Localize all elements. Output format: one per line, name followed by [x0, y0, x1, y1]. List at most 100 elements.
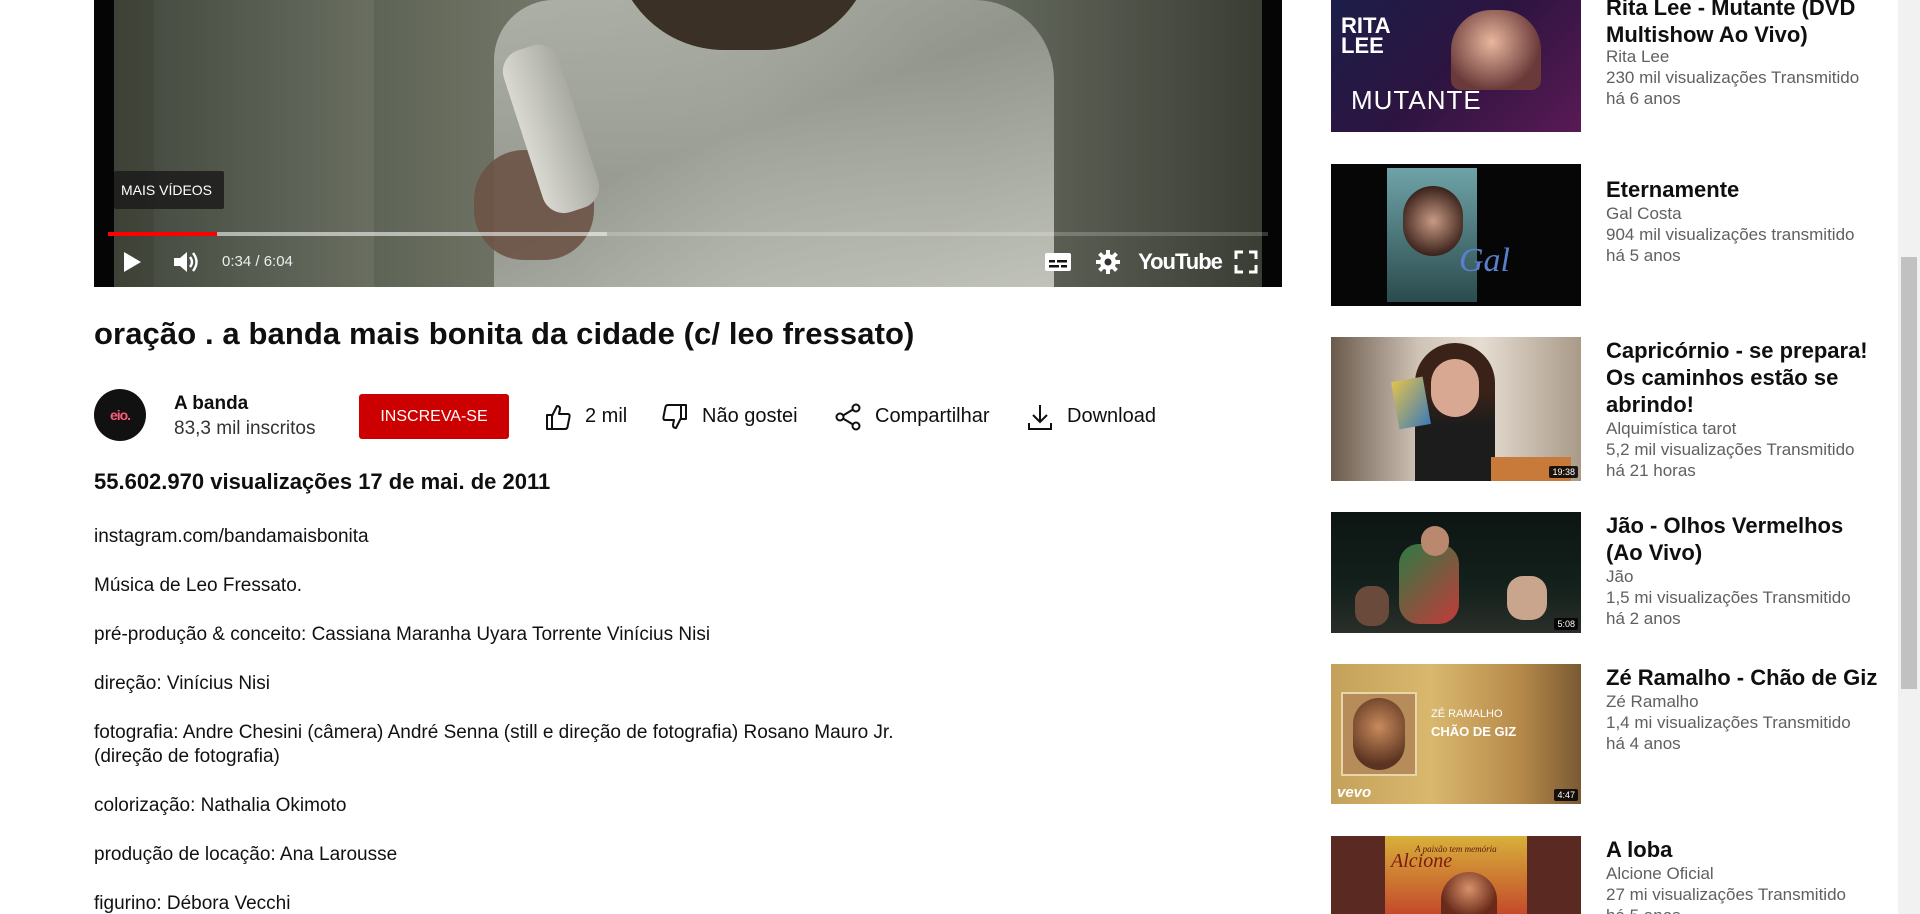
description-line: pré-produção & conceito: Cassiana Maranh…	[94, 624, 711, 645]
recommendation-thumbnail[interactable]: ZÉ RAMALHO CHÃO DE GIZ vevo 4:47	[1331, 664, 1581, 804]
video-duration: 4:47	[1554, 789, 1578, 801]
recommendation-channel: Jão	[1606, 567, 1634, 586]
thumb-singer	[1399, 544, 1459, 624]
like-button[interactable]: 2 mil	[543, 394, 627, 439]
volume-icon	[174, 252, 198, 272]
recommendation-channel: Zé Ramalho	[1606, 692, 1699, 711]
thumb-text: Gal	[1459, 242, 1510, 279]
recommendation-title-line: Eternamente	[1606, 177, 1740, 202]
recommendation-channel: Alquimística tarot	[1606, 419, 1737, 438]
dislike-button[interactable]: Não gostei	[660, 394, 798, 439]
instagram-link[interactable]: instagram.com/bandamaisbonita	[94, 526, 369, 547]
recommendation-title-line: A loba	[1606, 837, 1673, 862]
recommendation-title-line: Multishow Ao Vivo)	[1606, 22, 1808, 47]
description-line: fotografia: Andre Chesini (câmera) André…	[94, 722, 894, 743]
recommendation-thumbnail[interactable]: Gal	[1331, 164, 1581, 306]
dislike-label: Não gostei	[702, 405, 798, 427]
description-link[interactable]: instagram.com/bandamaisbonita	[94, 525, 369, 549]
recommendation-title-line: Jão - Olhos Vermelhos	[1606, 513, 1844, 538]
progress-bar[interactable]	[108, 232, 1268, 236]
recommendation-title-line: (Ao Vivo)	[1606, 540, 1703, 565]
fullscreen-icon	[1234, 250, 1258, 274]
thumb-face	[1403, 186, 1463, 256]
settings-button[interactable]	[1090, 242, 1126, 282]
play-icon	[124, 252, 141, 272]
recommendation-meta: Rita Lee 230 mil visualizações Transmiti…	[1606, 46, 1906, 109]
recommendation-title[interactable]: Zé Ramalho - Chão de Giz	[1606, 664, 1906, 691]
thumb-performer	[1451, 10, 1541, 90]
youtube-logo-text: YouTube	[1138, 249, 1223, 274]
subtitles-icon	[1045, 253, 1071, 271]
recommendation-stats: 1,5 mi visualizações Transmitido	[1606, 588, 1851, 607]
recommendation-stats: 1,4 mi visualizações Transmitido	[1606, 713, 1851, 732]
description-line: Música de Leo Fressato.	[94, 575, 303, 596]
download-icon	[1028, 404, 1052, 430]
recommendation-title[interactable]: Jão - Olhos Vermelhos (Ao Vivo)	[1606, 512, 1906, 566]
thumb-text: RITA LEE	[1341, 13, 1390, 58]
recommendation-stats: 27 mi visualizações Transmitido	[1606, 885, 1846, 904]
recommendation-meta: Alcione Oficial 27 mi visualizações Tran…	[1606, 863, 1906, 914]
thumb-text: Alcione	[1391, 850, 1453, 872]
thumb-face	[1421, 526, 1449, 556]
recommendation-age: há 4 anos	[1606, 734, 1681, 753]
recommendation-meta: Alquimística tarot 5,2 mil visualizações…	[1606, 418, 1906, 481]
download-label: Download	[1067, 405, 1156, 427]
share-icon	[835, 403, 861, 430]
recommendation-title-line: Capricórnio - se prepara!	[1606, 338, 1868, 363]
volume-button[interactable]	[168, 242, 204, 282]
recommendation-title[interactable]: Rita Lee - Mutante (DVD Multishow Ao Viv…	[1606, 0, 1906, 48]
subscribe-button[interactable]: INSCREVA-SE	[359, 394, 509, 439]
recommendation-channel: Rita Lee	[1606, 47, 1670, 66]
youtube-logo-button[interactable]: YouTube	[1138, 242, 1223, 282]
recommendation-age: há 5 anos	[1606, 905, 1906, 914]
recommendation-meta: Gal Costa 904 mil visualizações transmit…	[1606, 203, 1906, 266]
description-line: produção de locação: Ana Larousse	[94, 844, 398, 865]
recommendation-age: há 6 anos	[1606, 89, 1681, 108]
play-button[interactable]	[114, 242, 150, 282]
more-videos-button[interactable]: MAIS VÍDEOS	[114, 171, 225, 209]
share-button[interactable]: Compartilhar	[833, 394, 989, 439]
recommendation-thumbnail[interactable]: RITA LEE MUTANTE	[1331, 0, 1581, 132]
time-display: 0:34 / 6:04	[222, 253, 293, 270]
recommendation-title[interactable]: Capricórnio - se prepara! Os caminhos es…	[1606, 337, 1906, 418]
subscriber-count: 83,3 mil inscritos	[174, 418, 316, 439]
scrollbar-thumb[interactable]	[1901, 257, 1917, 689]
recommendation-channel: Alcione Oficial	[1606, 864, 1714, 883]
fullscreen-button[interactable]	[1228, 242, 1264, 282]
recommendation-title-line: Zé Ramalho - Chão de Giz	[1606, 665, 1878, 690]
recommendation-title-line: abrindo!	[1606, 392, 1694, 417]
subtitles-button[interactable]	[1040, 242, 1076, 282]
thumbs-down-icon	[662, 403, 687, 429]
recommendation-age: há 2 anos	[1606, 609, 1681, 628]
thumb-face	[1353, 698, 1405, 770]
recommendation-title[interactable]: Eternamente	[1606, 176, 1906, 203]
recommendation-age: há 21 horas	[1606, 461, 1696, 480]
recommendation-title[interactable]: A loba	[1606, 836, 1906, 863]
gear-icon	[1096, 250, 1120, 274]
video-duration: 5:08	[1554, 618, 1578, 630]
share-label: Compartilhar	[875, 405, 990, 427]
recommendation-thumbnail[interactable]: 5:08	[1331, 512, 1581, 633]
page-scrollbar[interactable]	[1898, 0, 1920, 914]
description-line: (direção de fotografia)	[94, 746, 280, 767]
recommendation-stats: 5,2 mil visualizações Transmitido	[1606, 440, 1855, 459]
channel-avatar[interactable]: eio.	[94, 389, 146, 441]
video-title: oração . a banda mais bonita da cidade (…	[94, 316, 915, 351]
recommendation-thumbnail[interactable]: 19:38	[1331, 337, 1581, 481]
description-line: figurino: Débora Vecchi	[94, 893, 291, 914]
player-controls: 0:34 / 6:04 YouTube	[94, 242, 1282, 282]
download-button[interactable]: Download	[1025, 394, 1156, 439]
thumb-text: CHÃO DE GIZ	[1431, 724, 1517, 739]
channel-name-link[interactable]: A banda	[174, 393, 248, 415]
recommendation-meta: Jão 1,5 mi visualizações Transmitido há …	[1606, 566, 1906, 629]
thumb-musician	[1355, 586, 1389, 626]
progress-played	[108, 232, 218, 236]
thumb-face	[1431, 359, 1479, 417]
recommendation-thumbnail[interactable]: A paixão tem memória Alcione	[1331, 836, 1581, 914]
thumbs-up-icon	[546, 404, 571, 430]
thumb-text: MUTANTE	[1351, 85, 1482, 115]
recommendation-age: há 5 anos	[1606, 246, 1681, 265]
thumb-musician	[1507, 576, 1547, 620]
recommendation-stats: 904 mil visualizações transmitido	[1606, 225, 1855, 244]
recommendation-title-line: Os caminhos estão se	[1606, 365, 1839, 390]
